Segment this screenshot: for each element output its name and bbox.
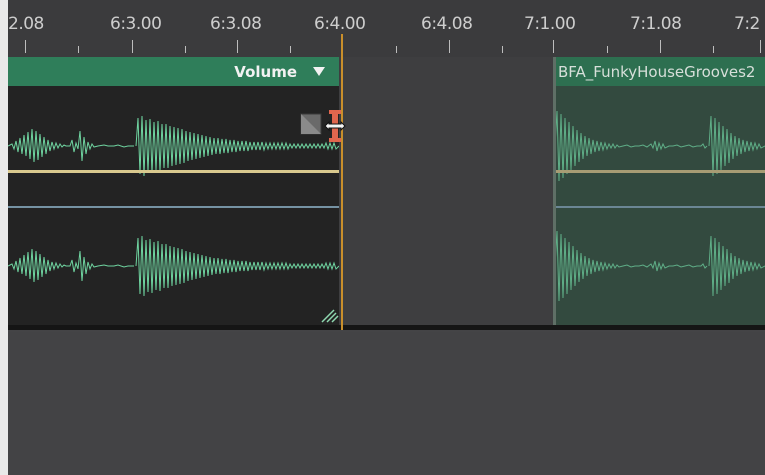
clip-waveform — [553, 110, 765, 302]
volume-envelope-line — [8, 170, 339, 173]
ruler-tick — [25, 40, 26, 53]
chevron-down-icon[interactable] — [313, 67, 325, 76]
audio-clip-volume[interactable]: Volume — [8, 57, 339, 325]
ruler-tick — [449, 40, 450, 53]
trim-handle[interactable] — [299, 110, 357, 150]
ruler-tick — [713, 46, 714, 53]
audio-clip-funkyhouse[interactable]: BFA_FunkyHouseGrooves2 — [553, 57, 765, 325]
ruler-label: 7:2 — [734, 14, 760, 34]
ruler-tick — [760, 40, 761, 53]
ruler-tick — [185, 46, 186, 53]
ruler-tick — [132, 40, 133, 53]
ruler-tick — [78, 46, 79, 53]
clip-header[interactable]: BFA_FunkyHouseGrooves2 — [553, 57, 765, 86]
pan-envelope-line — [553, 206, 765, 208]
ruler-label: 7:1.00 — [524, 14, 576, 34]
ruler-label: 6:3.00 — [110, 14, 162, 34]
ruler-tick — [660, 40, 661, 53]
ruler-label: 6:3.08 — [210, 14, 262, 34]
ruler-label: 6:4.08 — [421, 14, 473, 34]
ruler-tick — [502, 46, 503, 53]
waveform-channel-left — [8, 115, 339, 177]
clip-waveform — [8, 115, 339, 323]
ruler-tick — [237, 40, 238, 53]
clip-edge[interactable] — [553, 57, 556, 325]
audio-track[interactable]: Volume BFA_FunkyHouseGrooves2 — [8, 57, 765, 330]
track-divider — [8, 325, 765, 330]
trim-resize-cursor-icon — [300, 110, 346, 142]
waveform-channel-right — [8, 235, 339, 297]
ruler-label: 6:4.00 — [314, 14, 366, 34]
ruler-label: 2.08 — [8, 14, 44, 34]
playhead[interactable] — [341, 34, 343, 330]
left-edge — [0, 0, 8, 475]
ruler-tick — [553, 40, 554, 53]
resize-grip-icon — [321, 309, 339, 323]
clip-header[interactable]: Volume — [8, 57, 339, 86]
pan-envelope-line — [8, 206, 339, 208]
empty-track-area[interactable] — [8, 332, 765, 475]
clip-title: BFA_FunkyHouseGrooves2 — [558, 63, 756, 81]
ruler-tick — [396, 46, 397, 53]
ruler-tick — [290, 46, 291, 53]
ruler-tick — [607, 46, 608, 53]
clip-title: Volume — [234, 63, 297, 81]
timeline-ruler[interactable]: 2.08 6:3.00 6:3.08 6:4.00 6:4.08 7:1.00 … — [8, 0, 765, 58]
ruler-label: 7:1.08 — [630, 14, 682, 34]
volume-envelope-line — [553, 170, 765, 173]
waveform-channel-right — [554, 230, 765, 302]
